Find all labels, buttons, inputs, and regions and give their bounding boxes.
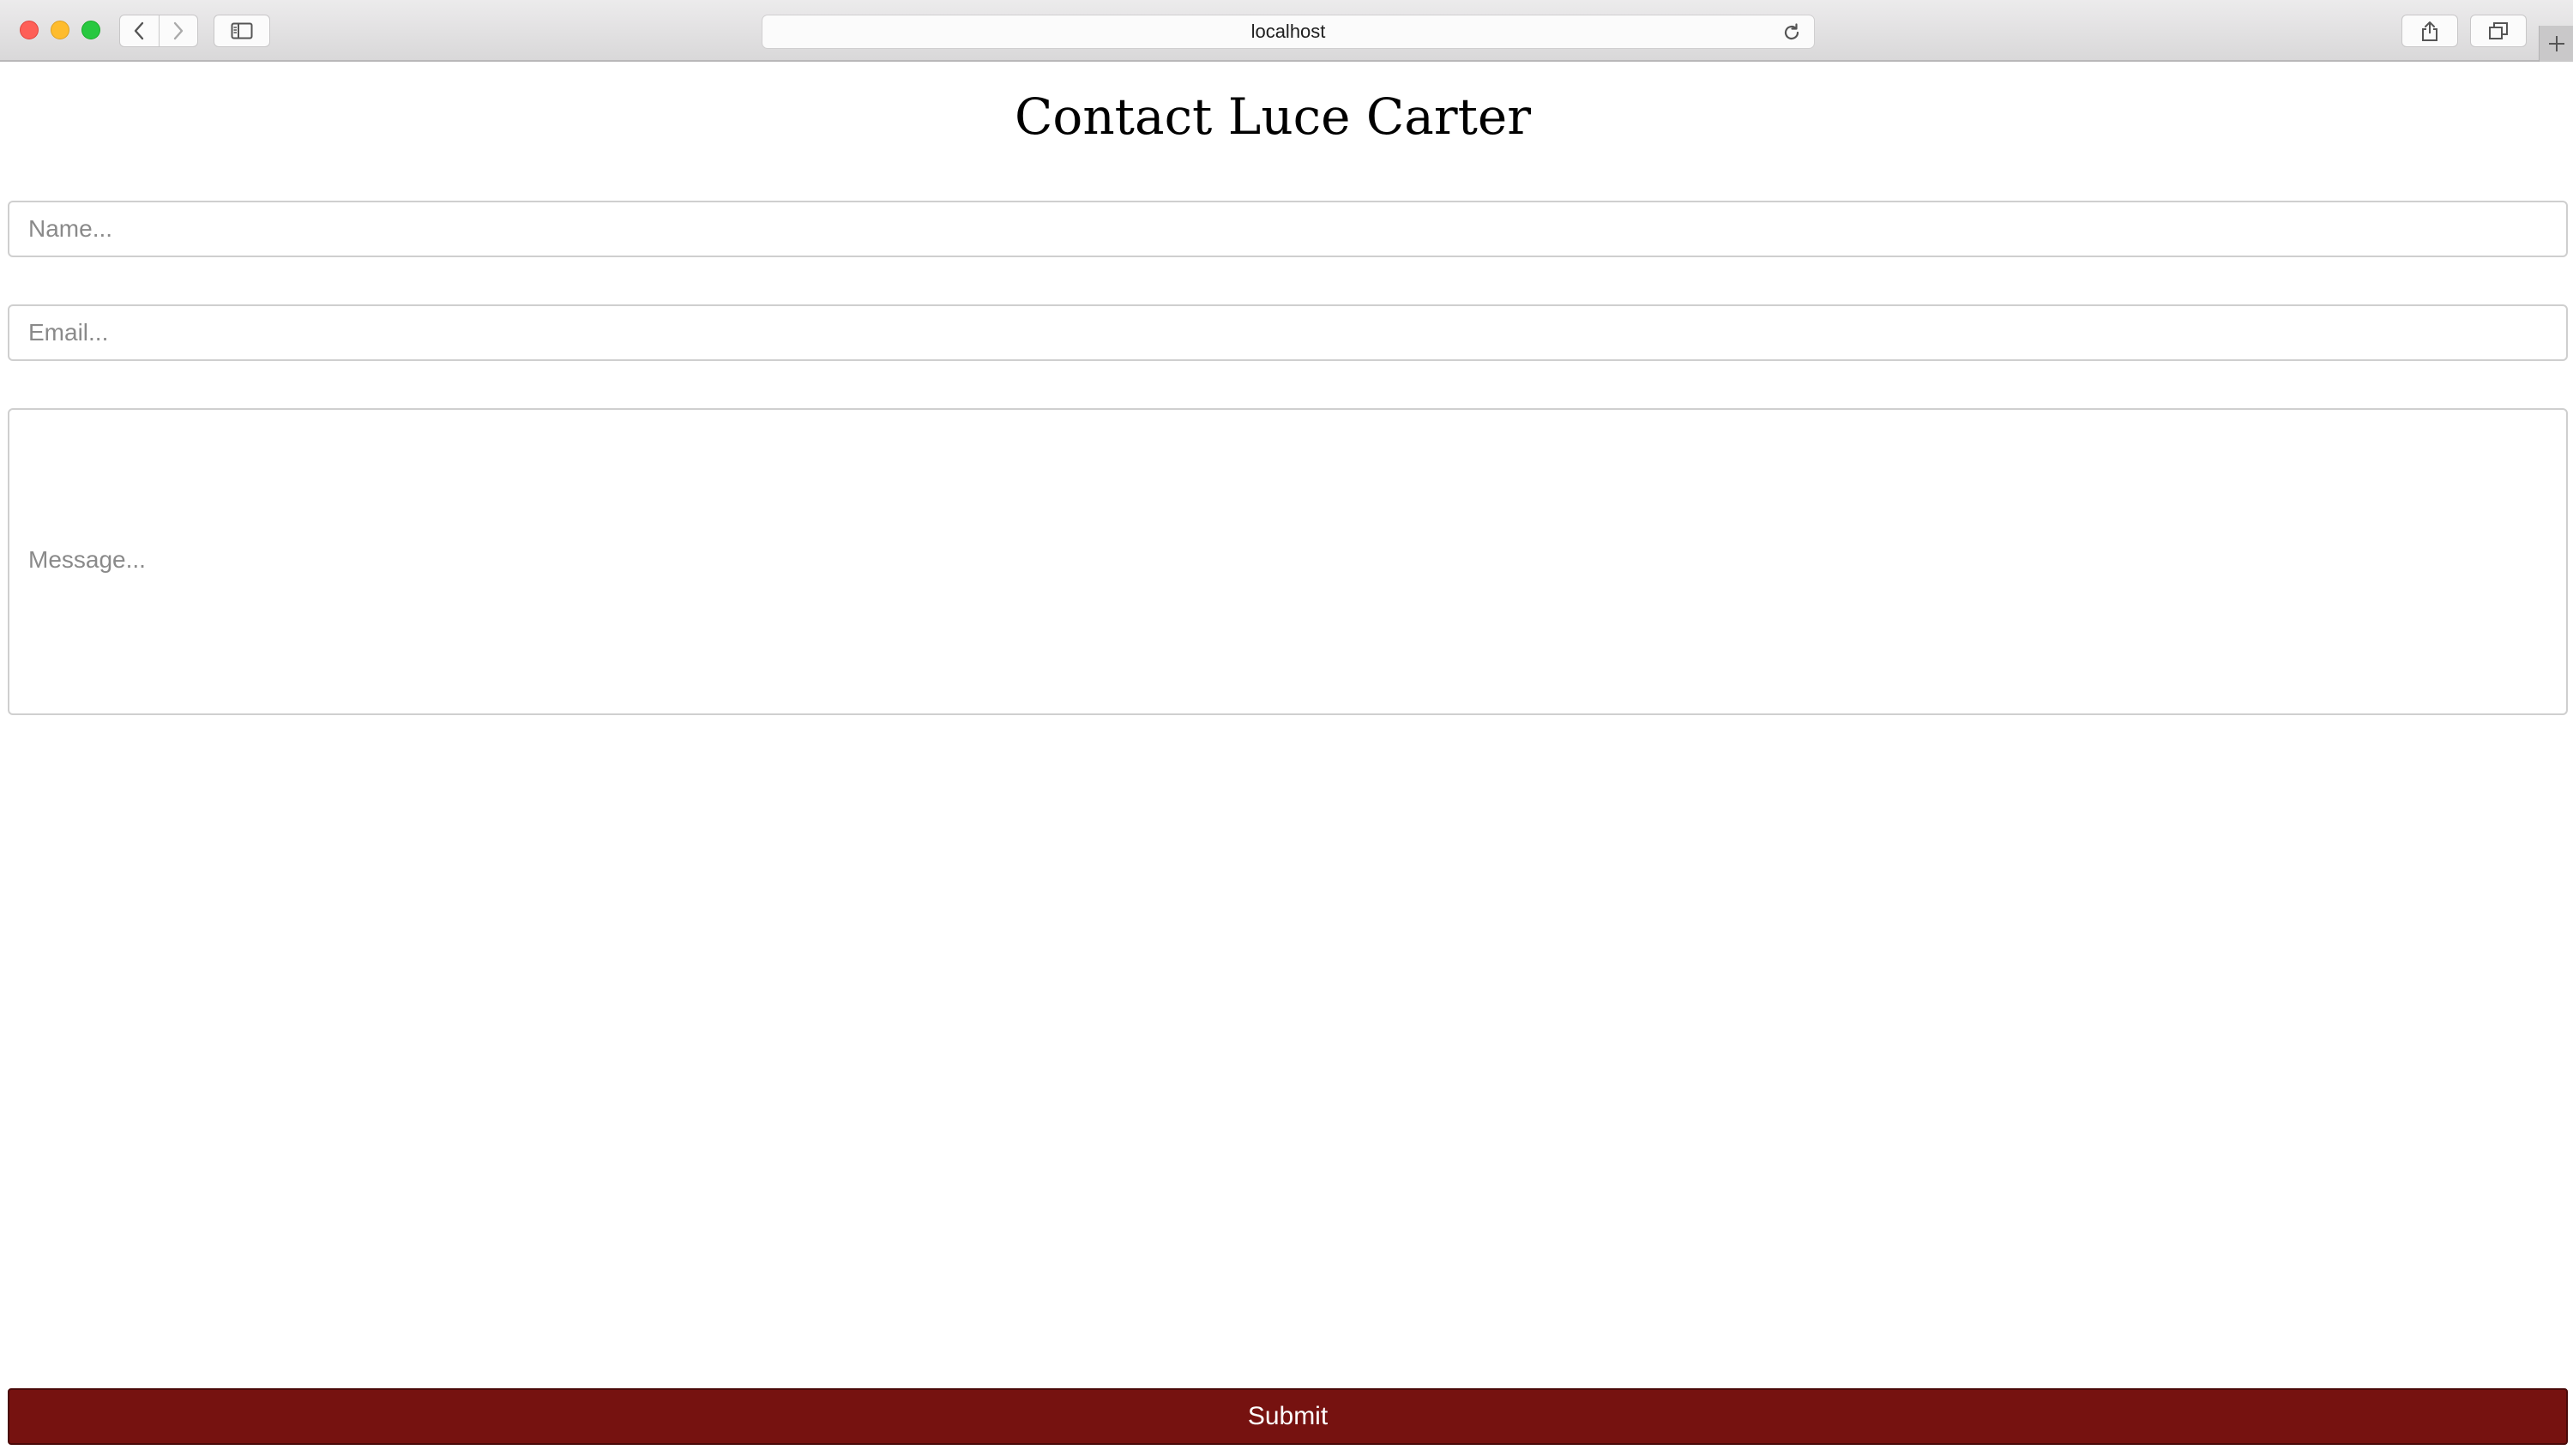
url-text: localhost: [1250, 21, 1326, 42]
window-maximize-button[interactable]: [81, 21, 100, 39]
browser-toolbar: localhost: [0, 0, 2573, 62]
chevron-right-icon: [173, 21, 183, 40]
email-input[interactable]: [8, 304, 2568, 361]
forward-button[interactable]: [158, 15, 198, 46]
page-title: Contact Luce Carter: [1015, 87, 1531, 146]
message-textarea[interactable]: [8, 408, 2568, 715]
tabs-icon: [2489, 22, 2508, 39]
chevron-left-icon: [135, 21, 144, 40]
window-minimize-button[interactable]: [51, 21, 69, 39]
plus-icon: [2548, 36, 2564, 51]
share-icon: [2422, 21, 2437, 41]
page-content: Contact Luce Carter Submit: [0, 62, 2573, 1456]
share-button[interactable]: [2401, 15, 2458, 47]
navigation-buttons: [119, 15, 198, 47]
submit-button[interactable]: Submit: [8, 1388, 2568, 1445]
back-button[interactable]: [120, 15, 159, 46]
tab-overview-button[interactable]: [2470, 15, 2527, 47]
sidebar-icon: [231, 22, 253, 39]
new-tab-button[interactable]: [2539, 26, 2573, 62]
address-bar[interactable]: localhost: [762, 15, 1815, 49]
name-input[interactable]: [8, 201, 2568, 257]
sidebar-toggle-button[interactable]: [214, 15, 270, 47]
reload-icon[interactable]: [1781, 22, 1802, 43]
window-close-button[interactable]: [20, 21, 39, 39]
